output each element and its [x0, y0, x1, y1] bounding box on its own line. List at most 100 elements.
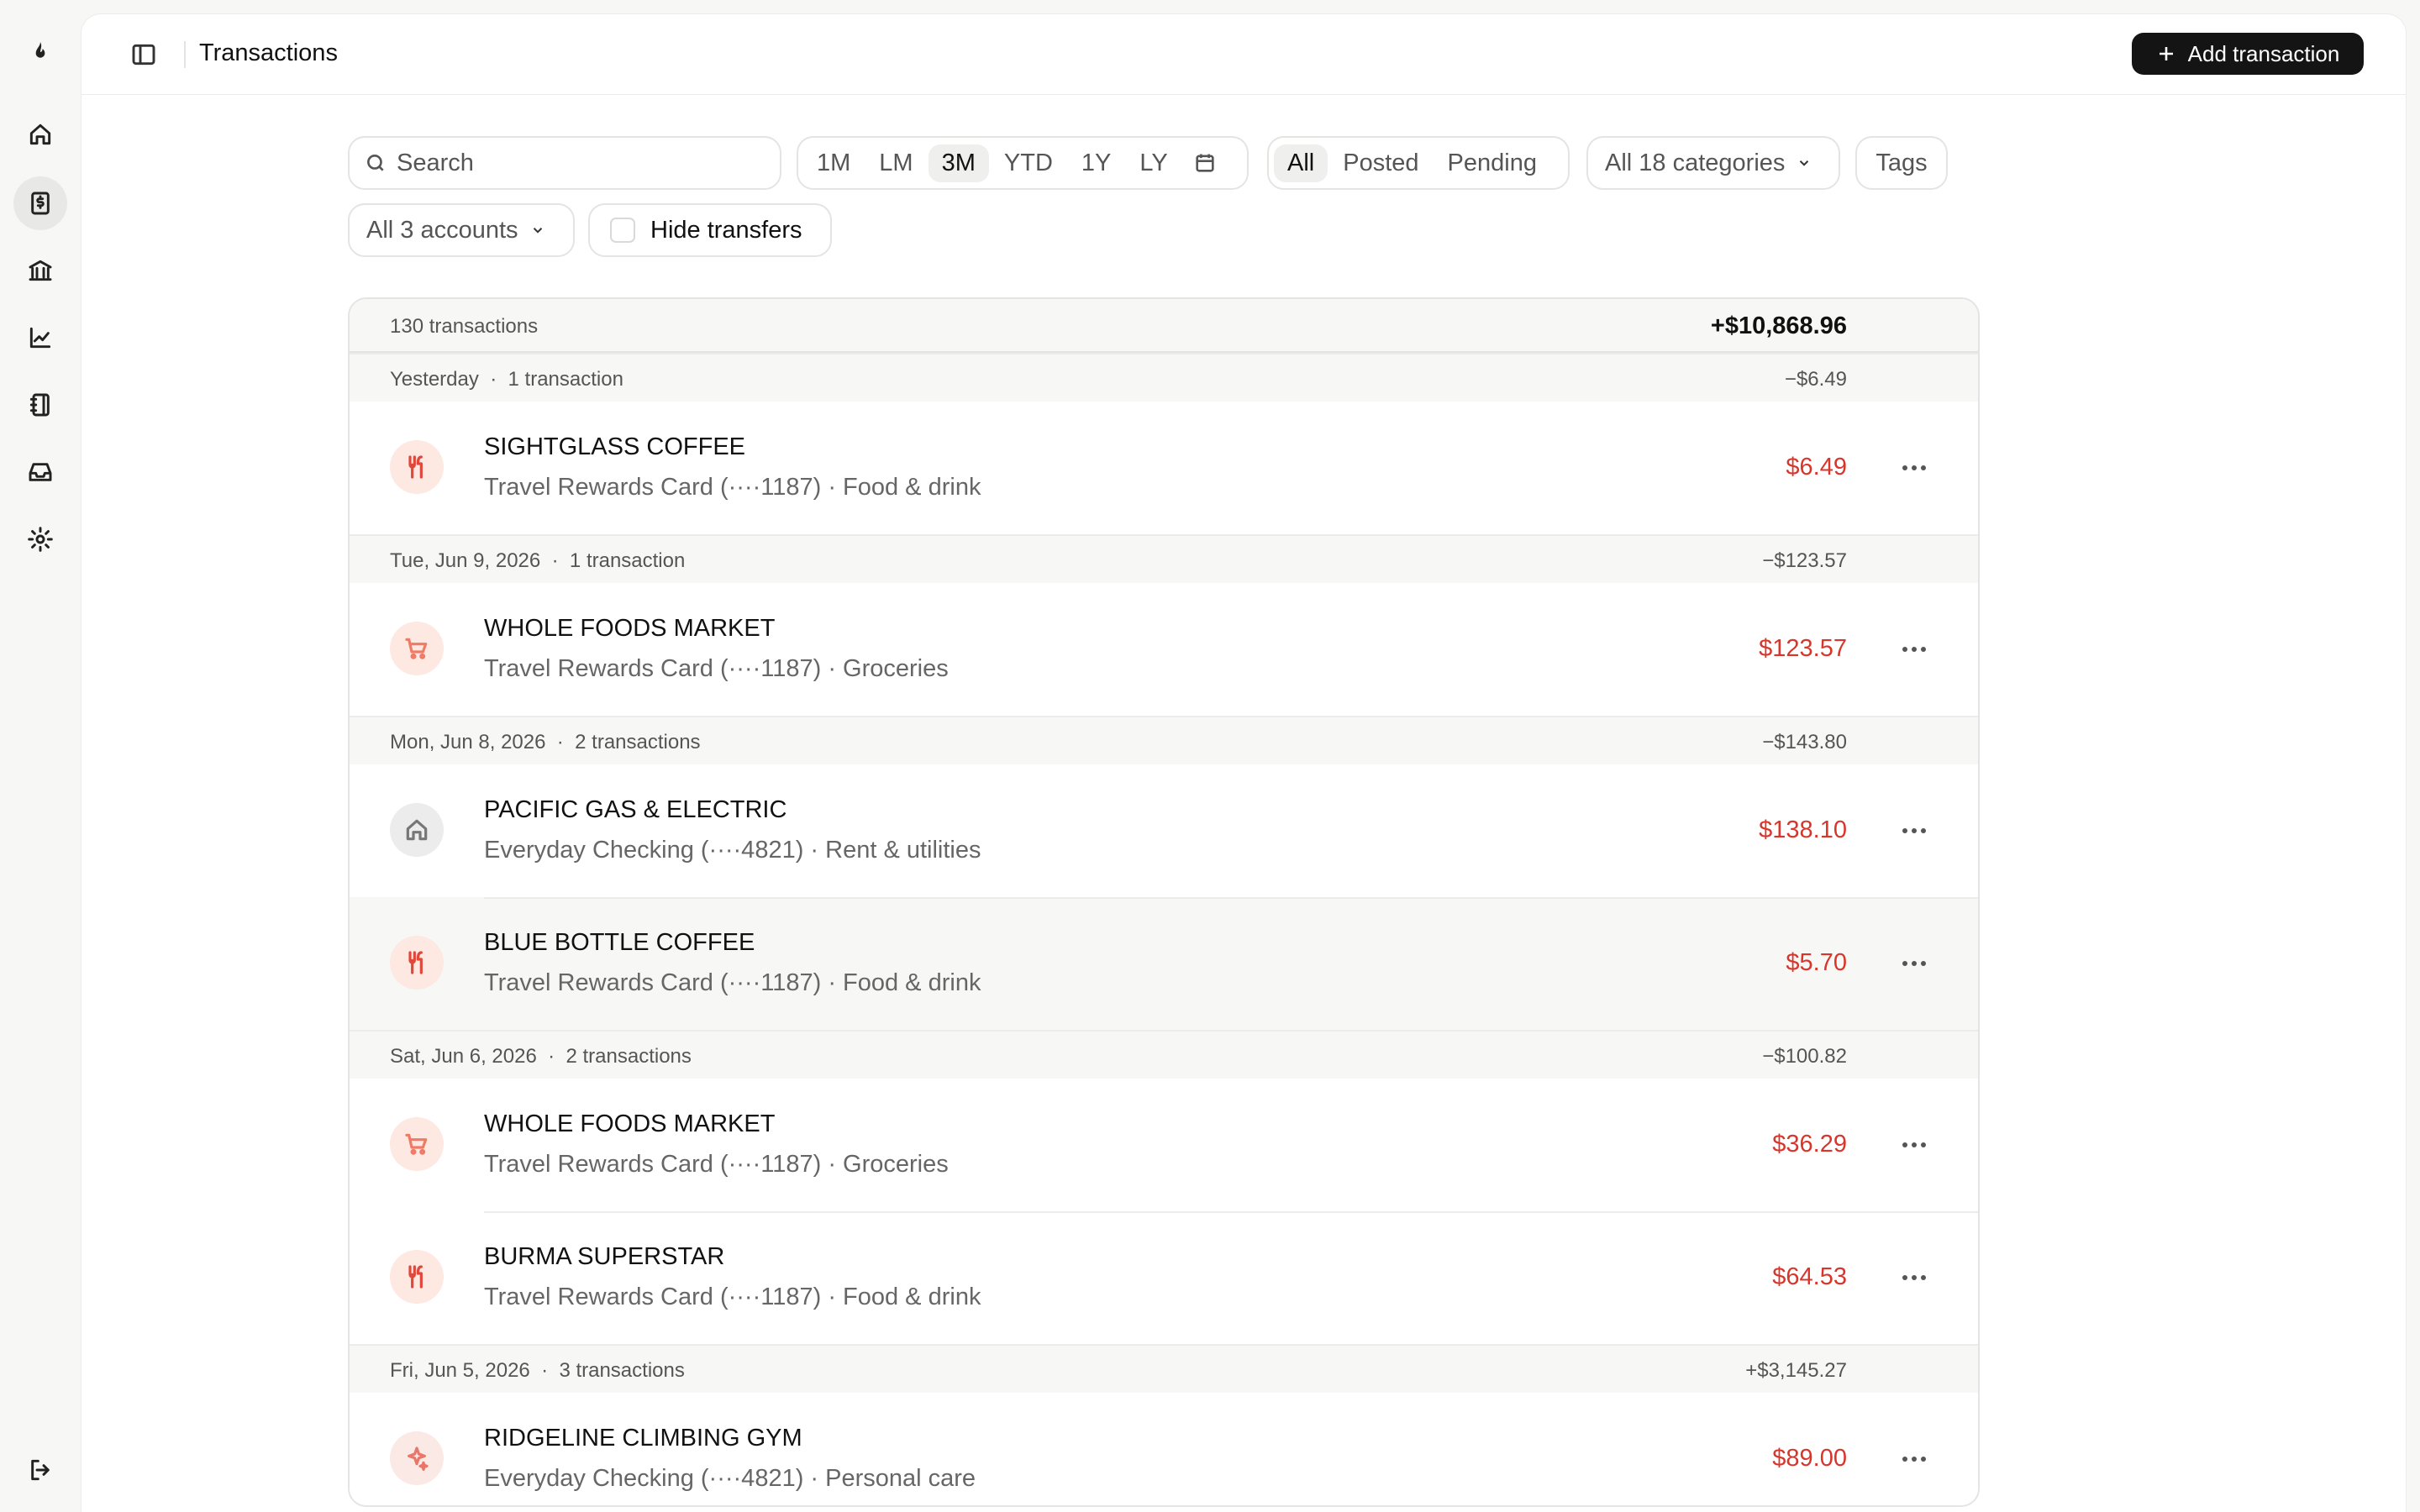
group-total: +$3,145.27	[1745, 1359, 1847, 1382]
transaction-meta: Travel Rewards Card (····1187) · Food & …	[484, 474, 981, 501]
utensils-icon	[390, 936, 444, 990]
home-icon[interactable]	[13, 108, 67, 161]
merchant-name: BURMA SUPERSTAR	[484, 1243, 725, 1270]
transaction-amount: $89.00	[1772, 1445, 1847, 1472]
hide-transfers-checkbox[interactable]	[610, 218, 635, 243]
status-all[interactable]: All	[1274, 144, 1328, 182]
date-group-header: Fri, Jun 5, 2026 · 3 transactions +$3,14…	[350, 1344, 1978, 1393]
period-3m[interactable]: 3M	[928, 144, 989, 182]
categories-label: All 18 categories	[1605, 149, 1786, 176]
transactions-table: 130 transactions +$10,868.96 Yesterday ·…	[348, 297, 1980, 1507]
transaction-row[interactable]: BLUE BOTTLE COFFEE Travel Rewards Card (…	[350, 897, 1978, 1030]
more-options-icon[interactable]	[1897, 1132, 1931, 1158]
sidebar-toggle-icon[interactable]	[129, 39, 159, 70]
group-date: Tue, Jun 9, 2026	[390, 549, 541, 572]
date-group-header: Mon, Jun 8, 2026 · 2 transactions −$143.…	[350, 716, 1978, 764]
period-ytd[interactable]: YTD	[991, 144, 1066, 182]
group-total: −$100.82	[1762, 1045, 1847, 1068]
transaction-row[interactable]: PACIFIC GAS & ELECTRIC Everyday Checking…	[350, 764, 1978, 897]
merchant-name: BLUE BOTTLE COFFEE	[484, 929, 755, 956]
transaction-row[interactable]: SIGHTGLASS COFFEE Travel Rewards Card (·…	[350, 402, 1978, 534]
transaction-total: +$10,868.96	[1710, 312, 1847, 339]
more-options-icon[interactable]	[1897, 1265, 1931, 1290]
transaction-amount: $64.53	[1772, 1263, 1847, 1290]
merchant-name: RIDGELINE CLIMBING GYM	[484, 1425, 802, 1452]
tags-label: Tags	[1876, 149, 1928, 176]
group-total: −$123.57	[1762, 549, 1847, 572]
shopping-cart-icon	[390, 622, 444, 675]
add-transaction-button[interactable]: Add transaction	[2132, 33, 2364, 75]
tags-button[interactable]: Tags	[1855, 136, 1948, 190]
period-1y[interactable]: 1Y	[1068, 144, 1124, 182]
group-total: −$143.80	[1762, 731, 1847, 753]
transaction-row[interactable]: WHOLE FOODS MARKET Travel Rewards Card (…	[350, 1079, 1978, 1211]
period-selector: 1M LM 3M YTD 1Y LY	[797, 136, 1249, 190]
merchant-name: WHOLE FOODS MARKET	[484, 1110, 776, 1137]
bank-icon[interactable]	[13, 244, 67, 297]
group-total: −$6.49	[1784, 368, 1847, 391]
chart-line-icon[interactable]	[13, 311, 67, 365]
flame-logo-icon[interactable]	[13, 25, 67, 79]
chevron-down-icon	[1800, 160, 1809, 166]
period-lm[interactable]: LM	[865, 144, 926, 182]
row-separator	[484, 897, 1978, 899]
group-date: Yesterday	[390, 368, 479, 391]
add-transaction-label: Add transaction	[2187, 40, 2340, 66]
categories-dropdown[interactable]: All 18 categories	[1586, 136, 1840, 190]
transaction-count: 130 transactions	[390, 315, 539, 338]
more-options-icon[interactable]	[1897, 818, 1931, 843]
transaction-meta: Everyday Checking (····4821) · Personal …	[484, 1465, 976, 1492]
transaction-amount: $36.29	[1772, 1131, 1847, 1158]
transaction-row[interactable]: BURMA SUPERSTAR Travel Rewards Card (···…	[350, 1211, 1978, 1344]
search-input[interactable]	[397, 149, 733, 177]
gear-icon[interactable]	[13, 512, 67, 566]
hide-transfers-label: Hide transfers	[650, 216, 802, 244]
more-options-icon[interactable]	[1897, 951, 1931, 976]
plus-icon	[2159, 47, 2173, 60]
logout-icon[interactable]	[13, 1443, 67, 1497]
transaction-amount: $5.70	[1786, 949, 1847, 976]
nav-rail	[0, 0, 81, 1512]
group-count: 1 transaction	[508, 368, 623, 391]
status-pending[interactable]: Pending	[1434, 144, 1550, 182]
transaction-meta: Travel Rewards Card (····1187) · Food & …	[484, 969, 981, 996]
divider	[184, 41, 186, 68]
transaction-meta: Everyday Checking (····4821) · Rent & ut…	[484, 837, 981, 864]
notebook-icon[interactable]	[13, 378, 67, 432]
hide-transfers-toggle[interactable]: Hide transfers	[588, 203, 832, 257]
group-count: 1 transaction	[569, 549, 686, 572]
shopping-cart-icon	[390, 1117, 444, 1171]
transaction-meta: Travel Rewards Card (····1187) · Groceri…	[484, 655, 949, 682]
chevron-down-icon	[533, 228, 542, 234]
transactions-icon[interactable]	[13, 176, 67, 230]
period-1m[interactable]: 1M	[803, 144, 864, 182]
calendar-icon[interactable]	[1183, 146, 1227, 180]
group-date: Sat, Jun 6, 2026	[390, 1045, 537, 1068]
inbox-icon[interactable]	[13, 445, 67, 499]
more-options-icon[interactable]	[1897, 1446, 1931, 1472]
search-field[interactable]	[348, 136, 781, 190]
accounts-label: All 3 accounts	[366, 216, 518, 244]
transaction-row[interactable]: RIDGELINE CLIMBING GYM Everyday Checking…	[350, 1393, 1978, 1505]
accounts-dropdown[interactable]: All 3 accounts	[348, 203, 575, 257]
more-options-icon[interactable]	[1897, 637, 1931, 662]
top-bar: Transactions Add transaction	[82, 14, 2406, 95]
date-group-header: Sat, Jun 6, 2026 · 2 transactions −$100.…	[350, 1030, 1978, 1079]
transaction-row[interactable]: WHOLE FOODS MARKET Travel Rewards Card (…	[350, 583, 1978, 716]
date-group-header: Yesterday · 1 transaction −$6.49	[350, 353, 1978, 402]
group-count: 2 transactions	[566, 1045, 692, 1068]
page-title: Transactions	[199, 39, 338, 66]
merchant-name: WHOLE FOODS MARKET	[484, 615, 776, 642]
transaction-amount: $6.49	[1786, 454, 1847, 480]
sparkle-icon	[390, 1431, 444, 1485]
status-selector: All Posted Pending	[1267, 136, 1570, 190]
search-icon	[367, 155, 384, 171]
row-separator	[484, 1211, 1978, 1213]
period-ly[interactable]: LY	[1126, 144, 1181, 182]
home-icon	[390, 803, 444, 857]
more-options-icon[interactable]	[1897, 455, 1931, 480]
group-date: Fri, Jun 5, 2026	[390, 1359, 530, 1382]
group-date: Mon, Jun 8, 2026	[390, 731, 546, 753]
status-posted[interactable]: Posted	[1329, 144, 1432, 182]
transaction-amount: $123.57	[1759, 635, 1847, 662]
